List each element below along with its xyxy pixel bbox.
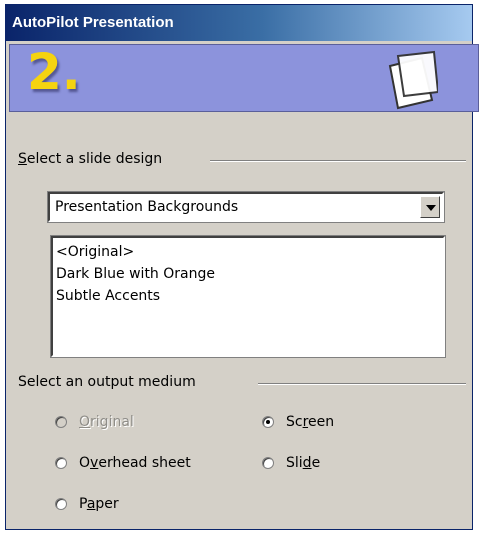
window-titlebar[interactable]: AutoPilot Presentation — [6, 5, 472, 41]
radio-slide-label[interactable]: Slide — [286, 455, 320, 471]
slide-design-group-label: Select a slide design — [18, 151, 169, 167]
radio-screen-label[interactable]: Screen — [286, 414, 334, 430]
radio-overhead-sheet-label[interactable]: Overhead sheet — [79, 455, 191, 471]
radio-screen[interactable]: Screen — [262, 414, 334, 430]
window-title: AutoPilot Presentation — [12, 14, 174, 31]
list-item[interactable]: Dark Blue with Orange — [56, 263, 440, 285]
list-item[interactable]: Subtle Accents — [56, 285, 440, 307]
slides-illustration-icon — [388, 50, 438, 110]
radio-slide[interactable]: Slide — [262, 455, 320, 471]
radio-button-icon[interactable] — [262, 457, 274, 469]
output-medium-group-line — [258, 383, 466, 385]
output-medium-group-label: Select an output medium — [18, 374, 202, 390]
radio-overhead-sheet[interactable]: Overhead sheet — [55, 455, 191, 471]
radio-button-icon[interactable] — [55, 457, 67, 469]
radio-paper-label[interactable]: Paper — [79, 496, 119, 512]
list-item[interactable]: <Original> — [56, 241, 440, 263]
radio-original: Original — [55, 414, 134, 430]
radio-button-icon — [55, 416, 67, 428]
step-banner: 2. — [9, 44, 479, 112]
slide-design-group-line — [210, 160, 466, 162]
radio-original-label: Original — [79, 414, 134, 430]
radio-button-icon[interactable] — [262, 416, 274, 428]
step-number: 2. — [27, 44, 81, 101]
radio-button-icon[interactable] — [55, 498, 67, 510]
design-category-value: Presentation Backgrounds — [55, 199, 239, 215]
slide-design-list[interactable]: <Original> Dark Blue with Orange Subtle … — [50, 235, 446, 358]
radio-paper[interactable]: Paper — [55, 496, 119, 512]
design-category-select[interactable]: Presentation Backgrounds — [47, 191, 445, 223]
chevron-down-icon[interactable] — [420, 196, 440, 218]
